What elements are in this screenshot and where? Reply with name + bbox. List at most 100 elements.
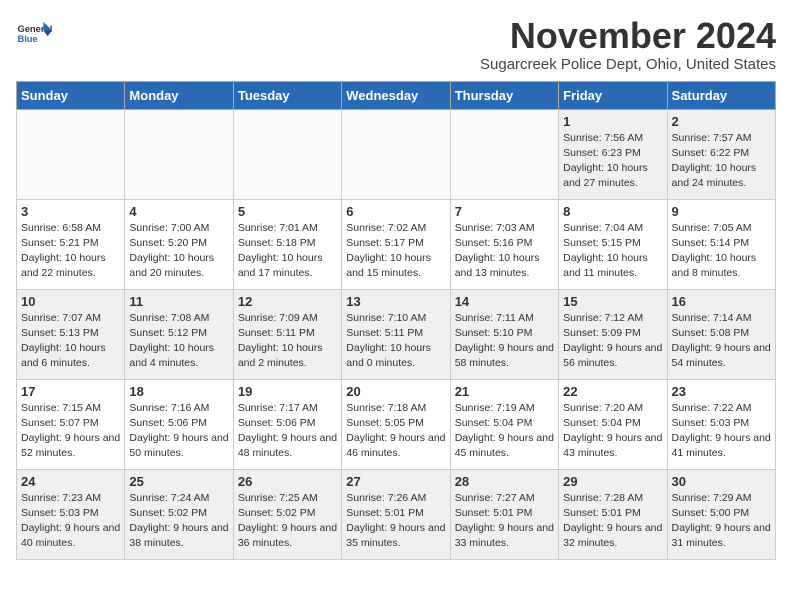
- day-info: Sunrise: 7:22 AMSunset: 5:03 PMDaylight:…: [672, 401, 771, 462]
- day-number: 23: [672, 384, 771, 399]
- calendar-week-row: 24Sunrise: 7:23 AMSunset: 5:03 PMDayligh…: [17, 469, 776, 559]
- calendar-cell: 12 Sunrise: 7:09 AMSunset: 5:11 PMDayligh…: [233, 289, 341, 379]
- day-number: 26: [238, 474, 337, 489]
- header: General Blue November 2024 Sugarcreek Po…: [16, 16, 776, 73]
- day-number: 16: [672, 294, 771, 309]
- day-number: 27: [346, 474, 445, 489]
- day-number: 17: [21, 384, 120, 399]
- calendar-cell: 10Sunrise: 7:07 AMSunset: 5:13 PMDayligh…: [17, 289, 125, 379]
- day-number: 6: [346, 204, 445, 219]
- day-info: Sunrise: 7:16 AMSunset: 5:06 PMDaylight:…: [129, 401, 228, 462]
- calendar-cell: 11Sunrise: 7:08 AMSunset: 5:12 PMDayligh…: [125, 289, 233, 379]
- day-number: 8: [563, 204, 662, 219]
- day-number: 5: [238, 204, 337, 219]
- calendar-cell: 7 Sunrise: 7:03 AMSunset: 5:16 PMDaylight…: [450, 199, 558, 289]
- day-info: Sunrise: 7:25 AMSunset: 5:02 PMDaylight:…: [238, 491, 337, 552]
- day-info: Sunrise: 7:03 AMSunset: 5:16 PMDaylight:…: [455, 221, 554, 282]
- day-info: Sunrise: 7:07 AMSunset: 5:13 PMDaylight:…: [21, 311, 120, 372]
- calendar-cell: 22 Sunrise: 7:20 AMSunset: 5:04 PMDayligh…: [559, 379, 667, 469]
- calendar-cell: 2 Sunrise: 7:57 AMSunset: 6:22 PMDaylight…: [667, 109, 775, 199]
- day-number: 7: [455, 204, 554, 219]
- calendar-cell: 18 Sunrise: 7:16 AMSunset: 5:06 PMDayligh…: [125, 379, 233, 469]
- weekday-header: Monday: [125, 81, 233, 109]
- weekday-header: Sunday: [17, 81, 125, 109]
- day-number: 19: [238, 384, 337, 399]
- logo-icon: General Blue: [16, 16, 52, 52]
- day-number: 22: [563, 384, 662, 399]
- calendar-cell: [17, 109, 125, 199]
- calendar-cell: [233, 109, 341, 199]
- day-info: Sunrise: 7:18 AMSunset: 5:05 PMDaylight:…: [346, 401, 445, 462]
- day-info: Sunrise: 7:09 AMSunset: 5:11 PMDaylight:…: [238, 311, 337, 372]
- day-number: 11: [129, 294, 228, 309]
- day-info: Sunrise: 7:15 AMSunset: 5:07 PMDaylight:…: [21, 401, 120, 462]
- calendar-cell: 24Sunrise: 7:23 AMSunset: 5:03 PMDayligh…: [17, 469, 125, 559]
- day-number: 12: [238, 294, 337, 309]
- day-info: Sunrise: 7:01 AMSunset: 5:18 PMDaylight:…: [238, 221, 337, 282]
- day-number: 20: [346, 384, 445, 399]
- day-info: Sunrise: 7:20 AMSunset: 5:04 PMDaylight:…: [563, 401, 662, 462]
- calendar-week-row: 17 Sunrise: 7:15 AMSunset: 5:07 PMDayligh…: [17, 379, 776, 469]
- day-number: 4: [129, 204, 228, 219]
- calendar-cell: 27 Sunrise: 7:26 AMSunset: 5:01 PMDayligh…: [342, 469, 450, 559]
- svg-text:Blue: Blue: [17, 34, 37, 44]
- calendar-cell: 4Sunrise: 7:00 AMSunset: 5:20 PMDaylight…: [125, 199, 233, 289]
- day-number: 24: [21, 474, 120, 489]
- weekday-header: Wednesday: [342, 81, 450, 109]
- day-info: Sunrise: 7:56 AMSunset: 6:23 PMDaylight:…: [563, 131, 662, 192]
- day-info: Sunrise: 7:29 AMSunset: 5:00 PMDaylight:…: [672, 491, 771, 552]
- subtitle: Sugarcreek Police Dept, Ohio, United Sta…: [480, 56, 776, 73]
- day-number: 21: [455, 384, 554, 399]
- day-info: Sunrise: 7:17 AMSunset: 5:06 PMDaylight:…: [238, 401, 337, 462]
- weekday-header-row: SundayMondayTuesdayWednesdayThursdayFrid…: [17, 81, 776, 109]
- calendar-cell: 23 Sunrise: 7:22 AMSunset: 5:03 PMDayligh…: [667, 379, 775, 469]
- day-info: Sunrise: 7:14 AMSunset: 5:08 PMDaylight:…: [672, 311, 771, 372]
- day-number: 3: [21, 204, 120, 219]
- day-number: 13: [346, 294, 445, 309]
- day-number: 15: [563, 294, 662, 309]
- day-info: Sunrise: 7:05 AMSunset: 5:14 PMDaylight:…: [672, 221, 771, 282]
- calendar-cell: 16 Sunrise: 7:14 AMSunset: 5:08 PMDayligh…: [667, 289, 775, 379]
- day-number: 18: [129, 384, 228, 399]
- weekday-header: Saturday: [667, 81, 775, 109]
- calendar-cell: 5 Sunrise: 7:01 AMSunset: 5:18 PMDaylight…: [233, 199, 341, 289]
- calendar-cell: 19 Sunrise: 7:17 AMSunset: 5:06 PMDayligh…: [233, 379, 341, 469]
- day-info: Sunrise: 7:11 AMSunset: 5:10 PMDaylight:…: [455, 311, 554, 372]
- day-info: Sunrise: 7:19 AMSunset: 5:04 PMDaylight:…: [455, 401, 554, 462]
- weekday-header: Friday: [559, 81, 667, 109]
- day-number: 14: [455, 294, 554, 309]
- day-number: 2: [672, 114, 771, 129]
- day-number: 9: [672, 204, 771, 219]
- day-number: 30: [672, 474, 771, 489]
- calendar-cell: 15 Sunrise: 7:12 AMSunset: 5:09 PMDayligh…: [559, 289, 667, 379]
- day-number: 25: [129, 474, 228, 489]
- calendar-cell: 20 Sunrise: 7:18 AMSunset: 5:05 PMDayligh…: [342, 379, 450, 469]
- calendar-cell: 17 Sunrise: 7:15 AMSunset: 5:07 PMDayligh…: [17, 379, 125, 469]
- calendar-cell: 14 Sunrise: 7:11 AMSunset: 5:10 PMDayligh…: [450, 289, 558, 379]
- calendar-cell: 26 Sunrise: 7:25 AMSunset: 5:02 PMDayligh…: [233, 469, 341, 559]
- calendar-cell: 8Sunrise: 7:04 AMSunset: 5:15 PMDaylight…: [559, 199, 667, 289]
- calendar-cell: 30 Sunrise: 7:29 AMSunset: 5:00 PMDayligh…: [667, 469, 775, 559]
- day-info: Sunrise: 7:26 AMSunset: 5:01 PMDaylight:…: [346, 491, 445, 552]
- calendar-cell: 6 Sunrise: 7:02 AMSunset: 5:17 PMDaylight…: [342, 199, 450, 289]
- title-area: November 2024 Sugarcreek Police Dept, Oh…: [480, 16, 776, 73]
- calendar-cell: 9 Sunrise: 7:05 AMSunset: 5:14 PMDaylight…: [667, 199, 775, 289]
- day-info: Sunrise: 7:12 AMSunset: 5:09 PMDaylight:…: [563, 311, 662, 372]
- calendar-cell: 29Sunrise: 7:28 AMSunset: 5:01 PMDayligh…: [559, 469, 667, 559]
- day-info: Sunrise: 7:02 AMSunset: 5:17 PMDaylight:…: [346, 221, 445, 282]
- day-info: Sunrise: 7:27 AMSunset: 5:01 PMDaylight:…: [455, 491, 554, 552]
- day-info: Sunrise: 7:28 AMSunset: 5:01 PMDaylight:…: [563, 491, 662, 552]
- calendar-week-row: 1 Sunrise: 7:56 AMSunset: 6:23 PMDaylight…: [17, 109, 776, 199]
- calendar-cell: 25 Sunrise: 7:24 AMSunset: 5:02 PMDayligh…: [125, 469, 233, 559]
- calendar-cell: 1 Sunrise: 7:56 AMSunset: 6:23 PMDaylight…: [559, 109, 667, 199]
- calendar-week-row: 10Sunrise: 7:07 AMSunset: 5:13 PMDayligh…: [17, 289, 776, 379]
- logo: General Blue: [16, 16, 52, 52]
- calendar-cell: 13 Sunrise: 7:10 AMSunset: 5:11 PMDayligh…: [342, 289, 450, 379]
- day-info: Sunrise: 7:10 AMSunset: 5:11 PMDaylight:…: [346, 311, 445, 372]
- calendar-cell: [450, 109, 558, 199]
- calendar: SundayMondayTuesdayWednesdayThursdayFrid…: [16, 81, 776, 560]
- day-info: Sunrise: 7:24 AMSunset: 5:02 PMDaylight:…: [129, 491, 228, 552]
- day-number: 1: [563, 114, 662, 129]
- day-number: 28: [455, 474, 554, 489]
- day-info: Sunrise: 7:57 AMSunset: 6:22 PMDaylight:…: [672, 131, 771, 192]
